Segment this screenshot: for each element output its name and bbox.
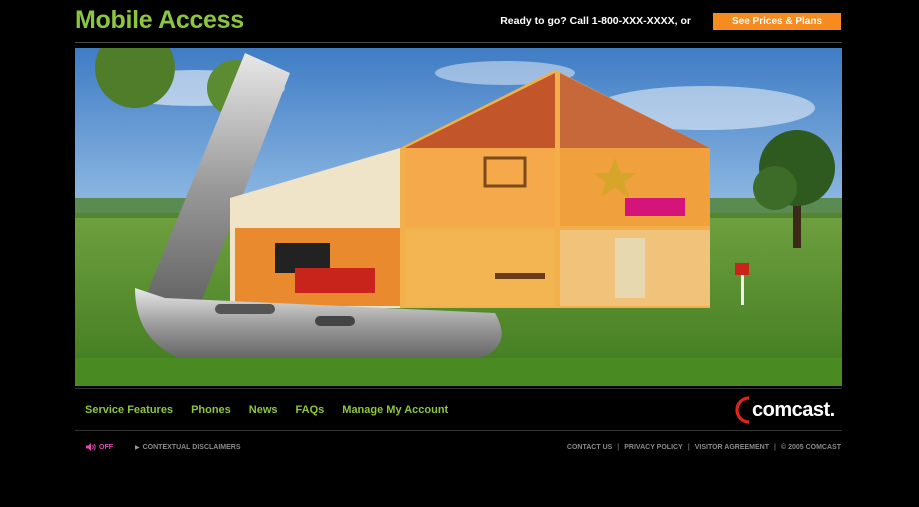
speaker-icon <box>86 443 96 451</box>
footer-separator: | <box>687 444 690 451</box>
see-prices-plans-button[interactable]: See Prices & Plans <box>713 13 841 30</box>
page-title: Mobile Access <box>75 6 244 34</box>
privacy-policy-link[interactable]: PRIVACY POLICY <box>624 444 682 451</box>
contextual-disclaimers-label: CONTEXTUAL DISCLAIMERS <box>142 444 241 451</box>
logo-arc-icon <box>735 396 750 424</box>
contact-us-link[interactable]: CONTACT US <box>567 444 612 451</box>
sound-toggle[interactable]: OFF <box>86 443 113 451</box>
footer-divider <box>75 430 842 431</box>
visitor-agreement-link[interactable]: VISITOR AGREEMENT <box>695 444 769 451</box>
hero-illustration <box>75 48 842 386</box>
comcast-logo[interactable]: comcast. <box>735 396 835 424</box>
nav-phones[interactable]: Phones <box>191 404 231 416</box>
contextual-disclaimers-link[interactable]: ▶ CONTEXTUAL DISCLAIMERS <box>135 444 241 451</box>
logo-text: comcast. <box>752 398 835 421</box>
footer-separator: | <box>617 444 620 451</box>
copyright-text: © 2005 COMCAST <box>780 444 841 451</box>
sound-toggle-label: OFF <box>99 443 113 451</box>
triangle-right-icon: ▶ <box>135 445 140 451</box>
nav-faqs[interactable]: FAQs <box>296 404 325 416</box>
nav-service-features[interactable]: Service Features <box>85 404 173 416</box>
header-divider <box>75 42 842 43</box>
footer-separator: | <box>774 444 776 451</box>
call-to-action-text: Ready to go? Call 1-800-XXX-XXXX, or <box>500 15 691 27</box>
nav-manage-my-account[interactable]: Manage My Account <box>342 404 448 416</box>
footer-links: CONTACT US | PRIVACY POLICY | VISITOR AG… <box>567 444 841 451</box>
content-divider <box>75 388 842 389</box>
main-nav: Service Features Phones News FAQs Manage… <box>85 404 448 416</box>
nav-news[interactable]: News <box>249 404 278 416</box>
